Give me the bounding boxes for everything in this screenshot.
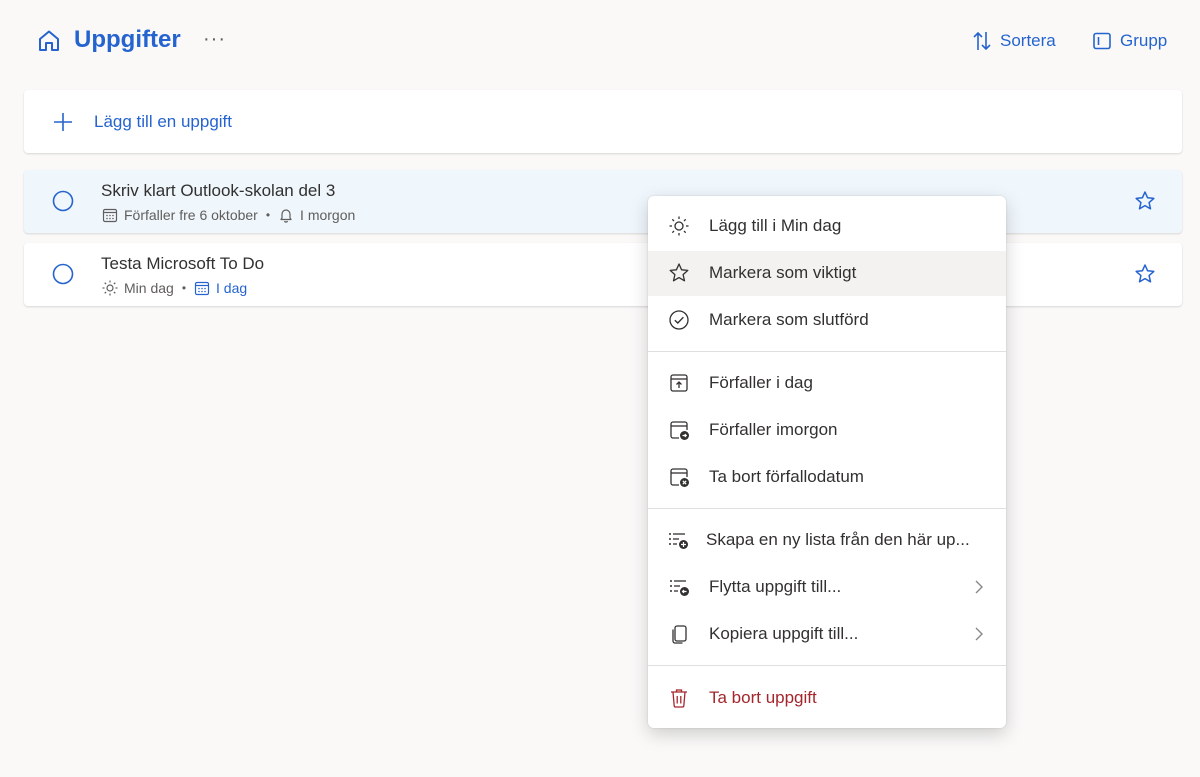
calendar-tomorrow-icon	[670, 421, 689, 440]
calendar-remove-icon	[670, 468, 689, 487]
star-icon[interactable]	[1134, 263, 1156, 285]
group-button[interactable]: Grupp	[1092, 28, 1167, 54]
home-icon[interactable]	[36, 28, 62, 54]
group-icon	[1093, 32, 1111, 50]
copy-icon	[672, 625, 687, 644]
menu-item-move-task[interactable]: Flytta uppgift till...	[648, 565, 1006, 610]
group-label: Grupp	[1120, 31, 1168, 50]
menu-item-label: Ta bort förfallodatum	[709, 467, 864, 486]
task-row[interactable]: Testa Microsoft To Do Min dag • I dag	[24, 243, 1182, 306]
menu-item-label: Lägg till i Min dag	[709, 216, 842, 235]
task-meta: Min dag • I dag	[102, 279, 247, 297]
calendar-icon	[194, 281, 210, 296]
menu-divider	[648, 665, 1006, 666]
meta-separator: •	[265, 208, 271, 222]
menu-item-label: Kopiera uppgift till...	[709, 624, 859, 643]
sun-icon	[102, 280, 118, 296]
task-title: Testa Microsoft To Do	[101, 254, 265, 273]
plus-icon	[54, 112, 72, 131]
sort-button[interactable]: Sortera	[972, 28, 1056, 54]
menu-item-label: Markera som viktigt	[709, 263, 857, 282]
check-circle-icon	[669, 310, 689, 330]
menu-item-due-tomorrow[interactable]: Förfaller imorgon	[648, 408, 1006, 453]
chevron-right-icon	[975, 580, 983, 594]
menu-item-delete-task[interactable]: Ta bort uppgift	[648, 676, 1006, 721]
sort-icon	[973, 31, 991, 51]
trash-icon	[671, 689, 687, 708]
task-meta: Förfaller fre 6 oktober • I morgon	[102, 206, 355, 224]
menu-item-label: Markera som slutförd	[709, 310, 869, 329]
sort-label: Sortera	[1000, 31, 1056, 50]
calendar-today-icon	[670, 374, 688, 392]
task-title: Skriv klart Outlook-skolan del 3	[101, 181, 336, 200]
menu-item-label: Flytta uppgift till...	[709, 577, 842, 596]
star-icon[interactable]	[1134, 190, 1156, 212]
menu-item-create-list[interactable]: Skapa en ny lista från den här up...	[648, 518, 1006, 563]
page-title: Uppgifter	[74, 26, 181, 53]
menu-item-remove-due-date[interactable]: Ta bort förfallodatum	[648, 455, 1006, 500]
menu-item-mark-complete[interactable]: Markera som slutförd	[648, 298, 1006, 343]
menu-item-mark-important[interactable]: Markera som viktigt	[648, 251, 1006, 296]
meta-separator: •	[181, 281, 187, 295]
bell-icon	[280, 209, 292, 223]
chevron-right-icon	[975, 627, 983, 641]
add-task-label: Lägg till en uppgift	[94, 111, 232, 131]
menu-item-copy-task[interactable]: Kopiera uppgift till...	[648, 612, 1006, 657]
task-due-date: Förfaller fre 6 oktober	[124, 207, 258, 223]
add-task-input[interactable]: Lägg till en uppgift	[24, 90, 1182, 153]
task-reminder: I morgon	[300, 207, 356, 223]
sun-icon	[669, 216, 689, 236]
context-menu: Lägg till i Min dag Markera som viktigt …	[648, 196, 1006, 728]
task-myday: Min dag	[124, 280, 174, 296]
menu-item-label: Skapa en ny lista från den här up...	[706, 530, 970, 549]
menu-divider	[648, 508, 1006, 509]
menu-divider	[648, 351, 1006, 352]
list-move-icon	[670, 580, 689, 596]
calendar-icon	[102, 208, 118, 223]
menu-item-label: Förfaller i dag	[709, 373, 813, 392]
task-due-date: I dag	[216, 280, 248, 296]
star-icon	[669, 263, 689, 282]
complete-circle-icon[interactable]	[52, 190, 74, 212]
menu-item-add-to-my-day[interactable]: Lägg till i Min dag	[648, 204, 1006, 249]
menu-item-label: Förfaller imorgon	[709, 420, 838, 439]
list-add-icon	[669, 533, 688, 549]
menu-item-due-today[interactable]: Förfaller i dag	[648, 361, 1006, 406]
complete-circle-icon[interactable]	[52, 263, 74, 285]
task-row[interactable]: Skriv klart Outlook-skolan del 3 Förfall…	[24, 170, 1182, 233]
menu-item-label: Ta bort uppgift	[709, 688, 817, 707]
more-options-icon[interactable]: ···	[203, 28, 226, 51]
header: Uppgifter ··· Sortera Grupp	[0, 0, 1200, 86]
